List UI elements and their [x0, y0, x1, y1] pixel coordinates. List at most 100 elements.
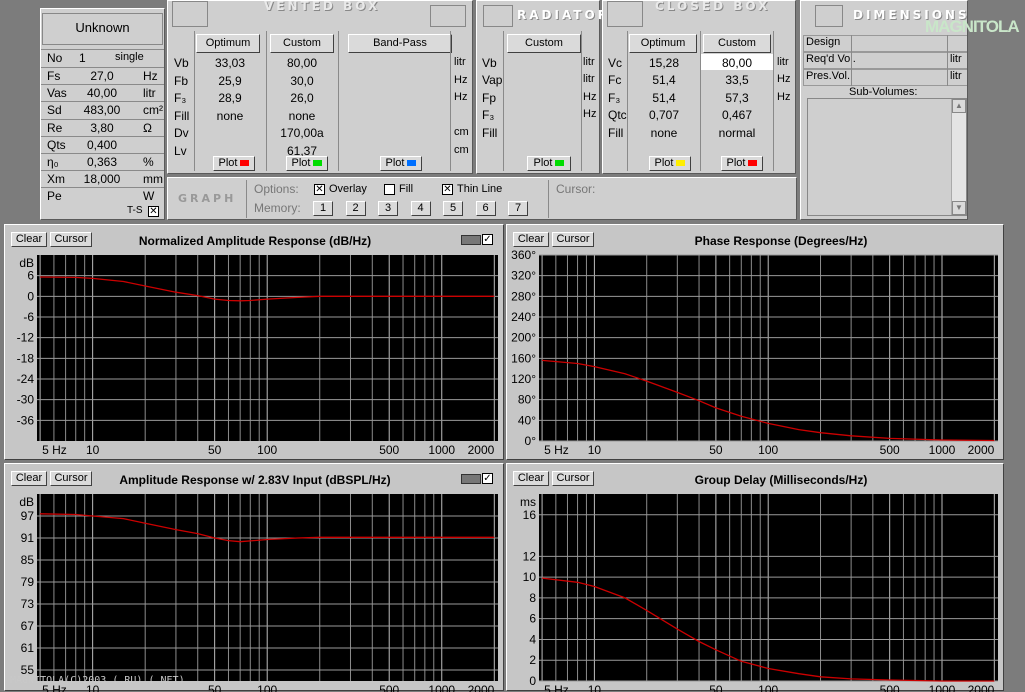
y-tick-label: 320°	[511, 269, 536, 283]
radiator-plot-button[interactable]: Plot	[527, 156, 571, 171]
driver-param-value[interactable]: 18,000	[81, 172, 123, 186]
memory-slot-7[interactable]: 7	[508, 201, 528, 216]
y-axis-label: dB	[19, 256, 34, 270]
chart-panel-3: Clear Cursor Amplitude Response w/ 2.83V I…	[4, 463, 504, 692]
y-tick-label: 97	[21, 509, 35, 523]
closed-optimum-value[interactable]: 51,4	[629, 73, 699, 87]
chart-panel-2: Clear Cursor Phase Response (Degrees/Hz) 36…	[506, 224, 1004, 460]
closed-custom-value[interactable]: 33,5	[702, 73, 772, 87]
x-tick-label: 10	[588, 443, 602, 457]
memory-slot-1[interactable]: 1	[313, 201, 333, 216]
y-tick-label: 79	[21, 575, 35, 589]
closed-plot-button-2[interactable]: Plot	[721, 156, 763, 171]
fill-option[interactable]: Fill	[384, 183, 413, 195]
closed-custom-value[interactable]: 80,00	[702, 56, 772, 70]
vented-custom-value[interactable]: 26,0	[268, 91, 336, 105]
radiator-plot-label: Plot	[533, 157, 553, 169]
scroll-up-icon[interactable]: ▲	[952, 99, 966, 113]
dimension-label: Design	[806, 36, 841, 48]
closed-plot-button-1[interactable]: Plot	[649, 156, 691, 171]
driver-param-label: Vas	[47, 86, 67, 101]
plot-color-swatch	[676, 160, 686, 167]
driver-param-value[interactable]: 3,80	[81, 121, 123, 135]
thin-line-label: Thin Line	[457, 183, 503, 195]
driver-param-value[interactable]: 40,00	[81, 86, 123, 100]
chart-svg: 6 0 -6 -12 -18 -24 -30 -36 dB 5 Hz 10 50 100 500 1000 2…	[17, 255, 498, 457]
memory-slot-5[interactable]: 5	[443, 201, 463, 216]
closed-optimum-value[interactable]: 51,4	[629, 91, 699, 105]
memory-slot-2[interactable]: 2	[345, 201, 366, 216]
vented-optimum-value[interactable]: 25,9	[196, 74, 264, 88]
subvolumes-scrollbar[interactable]: ▲ ▼	[951, 99, 966, 215]
vented-plot-button-1[interactable]: Plot	[213, 156, 255, 171]
vented-row-label: Fill	[174, 108, 190, 123]
graph-title: GRAPH	[178, 192, 237, 205]
closed-custom-value[interactable]: 57,3	[702, 91, 772, 105]
closed-optimum-value[interactable]: none	[629, 126, 699, 140]
y-tick-label: 91	[21, 531, 35, 545]
vented-optimum-value[interactable]: 33,03	[196, 56, 264, 70]
y-tick-label: 0°	[525, 434, 537, 448]
ts-checkbox[interactable]: ✕	[148, 206, 159, 217]
vented-optimum-button[interactable]: Optimum	[196, 34, 260, 53]
vented-custom-value[interactable]: 30,0	[268, 74, 336, 88]
vented-box-icon-right	[430, 5, 466, 27]
x-tick-label: 500	[379, 443, 399, 457]
radiator-unit: Hz	[583, 108, 597, 121]
vented-box-icon	[172, 1, 208, 27]
chart-svg: 360° 320° 280° 240° 200° 160° 120° 80° 40° 0° 5 Hz…	[511, 248, 998, 457]
subvolumes-list[interactable]: ▲ ▼	[807, 98, 967, 216]
memory-slot-4[interactable]: 4	[410, 201, 431, 216]
thin-line-checkbox[interactable]: ✕	[442, 183, 453, 195]
dimensions-panel: DIMENSIONS MAGNITOLA Sub-Volumes: ▲ ▼ De…	[800, 0, 1020, 220]
x-tick-label: 1000	[428, 443, 455, 457]
driver-param-label: Xm	[47, 172, 65, 187]
vented-plot-button-3[interactable]: Plot	[380, 156, 422, 171]
vented-custom-value[interactable]: 80,00	[268, 56, 336, 70]
plot-label: Plot	[726, 157, 746, 169]
vented-custom-button[interactable]: Custom	[270, 34, 334, 53]
vented-custom-value[interactable]: 170,00a	[268, 126, 336, 140]
plot-color-swatch	[240, 160, 250, 167]
y-tick-label: 360°	[511, 248, 536, 262]
driver-param-label: Re	[47, 120, 63, 135]
radiator-custom-button[interactable]: Custom	[507, 34, 581, 53]
closed-custom-value[interactable]: 0,467	[702, 108, 772, 122]
overlay-checkbox[interactable]: ✕	[314, 183, 325, 195]
vented-optimum-value[interactable]: 28,9	[196, 91, 264, 105]
cursor-label: Cursor:	[556, 182, 596, 196]
closed-custom-button[interactable]: Custom	[703, 34, 771, 53]
x-tick-label: 50	[709, 443, 723, 457]
closed-custom-value[interactable]: normal	[702, 126, 772, 140]
memory-slot-6[interactable]: 6	[475, 201, 496, 216]
vented-custom-value[interactable]: none	[268, 109, 336, 123]
driver-param-value[interactable]: 27,0	[81, 69, 123, 83]
vented-plot-button-2[interactable]: Plot	[286, 156, 328, 171]
driver-param-value[interactable]: 483,00	[81, 103, 123, 117]
ts-label: T-S	[127, 205, 143, 216]
memory-slot-3[interactable]: 3	[378, 201, 398, 216]
vented-row-label: Vb	[174, 56, 189, 70]
driver-param-label: Pe	[47, 189, 62, 204]
closed-optimum-value[interactable]: 15,28	[629, 56, 699, 70]
driver-param-unit: W	[143, 189, 155, 204]
closed-optimum-value[interactable]: 0,707	[629, 108, 699, 122]
driver-no-value[interactable]: 1	[79, 51, 86, 65]
thin-line-option[interactable]: ✕ Thin Line	[442, 183, 502, 195]
fill-checkbox[interactable]	[384, 183, 395, 195]
vented-optimum-value[interactable]: none	[196, 109, 264, 123]
options-label: Options:	[254, 182, 299, 196]
closed-optimum-button[interactable]: Optimum	[629, 34, 697, 53]
closed-row-label: Vc	[608, 56, 623, 70]
radiator-unit: Hz	[583, 90, 597, 103]
driver-param-value[interactable]: 0,363	[81, 155, 123, 169]
driver-param-value[interactable]: 0,400	[81, 138, 123, 152]
driver-mode[interactable]: single	[115, 51, 144, 63]
vented-band-pass-button[interactable]: Band-Pass	[348, 34, 452, 53]
y-tick-label: 280°	[511, 289, 536, 303]
overlay-option[interactable]: ✕ Overlay	[314, 183, 367, 195]
y-tick-label: 10	[523, 570, 537, 584]
driver-name-box[interactable]: Unknown	[42, 13, 163, 45]
y-tick-label: 6	[27, 269, 34, 283]
scroll-down-icon[interactable]: ▼	[952, 201, 966, 215]
